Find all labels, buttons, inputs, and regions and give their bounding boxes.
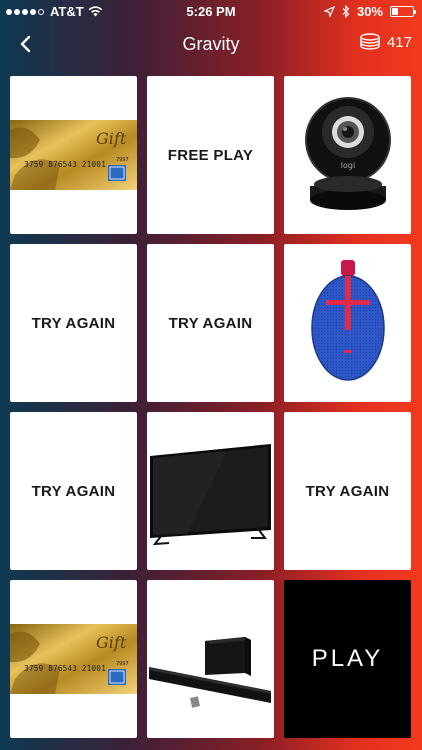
card-code-text: 7997: [116, 661, 129, 667]
status-right: 30%: [323, 4, 416, 19]
try-again-tile[interactable]: TRY AGAIN: [10, 412, 137, 570]
coin-balance: 417: [359, 33, 412, 51]
gift-card-image: Gift 3759 876543 21001 7997: [10, 624, 137, 694]
try-again-tile[interactable]: TRY AGAIN: [147, 244, 274, 402]
prize-grid: Gift 3759 876543 21001 7997 FREE PLAY lo…: [10, 76, 412, 738]
try-again-tile[interactable]: TRY AGAIN: [10, 244, 137, 402]
free-play-label: FREE PLAY: [167, 146, 254, 164]
coin-count: 417: [386, 33, 412, 51]
gift-card-tile[interactable]: Gift 3759 876543 21001 7997: [10, 580, 137, 738]
camera-tile[interactable]: logi: [284, 76, 411, 234]
try-again-label: TRY AGAIN: [31, 482, 116, 500]
try-again-tile[interactable]: TRY AGAIN: [284, 412, 411, 570]
status-bar: AT&T 5:26 PM 30%: [0, 0, 422, 22]
nav-bar: Gravity 417: [0, 22, 422, 66]
battery-percent: 30%: [356, 4, 383, 19]
speaker-tile[interactable]: [284, 244, 411, 402]
tv-tile[interactable]: [147, 412, 274, 570]
soundbar-image: [149, 637, 271, 708]
try-again-label: TRY AGAIN: [168, 314, 253, 332]
coin-stack-icon: [360, 33, 380, 50]
try-again-label: TRY AGAIN: [305, 482, 390, 500]
card-number-text: 3759 876543 21001: [24, 160, 106, 169]
security-camera-image: logi: [304, 97, 391, 210]
play-button[interactable]: PLAY: [284, 580, 411, 738]
bluetooth-speaker-image: [310, 260, 385, 381]
free-play-tile[interactable]: FREE PLAY: [147, 76, 274, 234]
card-code-text: 7997: [116, 157, 129, 163]
location-arrow-icon: [323, 6, 335, 17]
card-number-text: 3759 876543 21001: [24, 664, 106, 673]
svg-text:Gift: Gift: [96, 633, 127, 652]
gift-card-image: Gift 3759 876543 21001 7997: [10, 120, 137, 190]
television-image: [150, 444, 271, 546]
try-again-label: TRY AGAIN: [31, 314, 116, 332]
svg-text:Gift: Gift: [96, 129, 127, 148]
soundbar-tile[interactable]: [147, 580, 274, 738]
camera-brand-text: logi: [340, 161, 354, 170]
bluetooth-icon: [342, 5, 350, 18]
gift-card-tile[interactable]: Gift 3759 876543 21001 7997: [10, 76, 137, 234]
play-label: PLAY: [311, 645, 384, 672]
battery-icon: [390, 6, 416, 17]
